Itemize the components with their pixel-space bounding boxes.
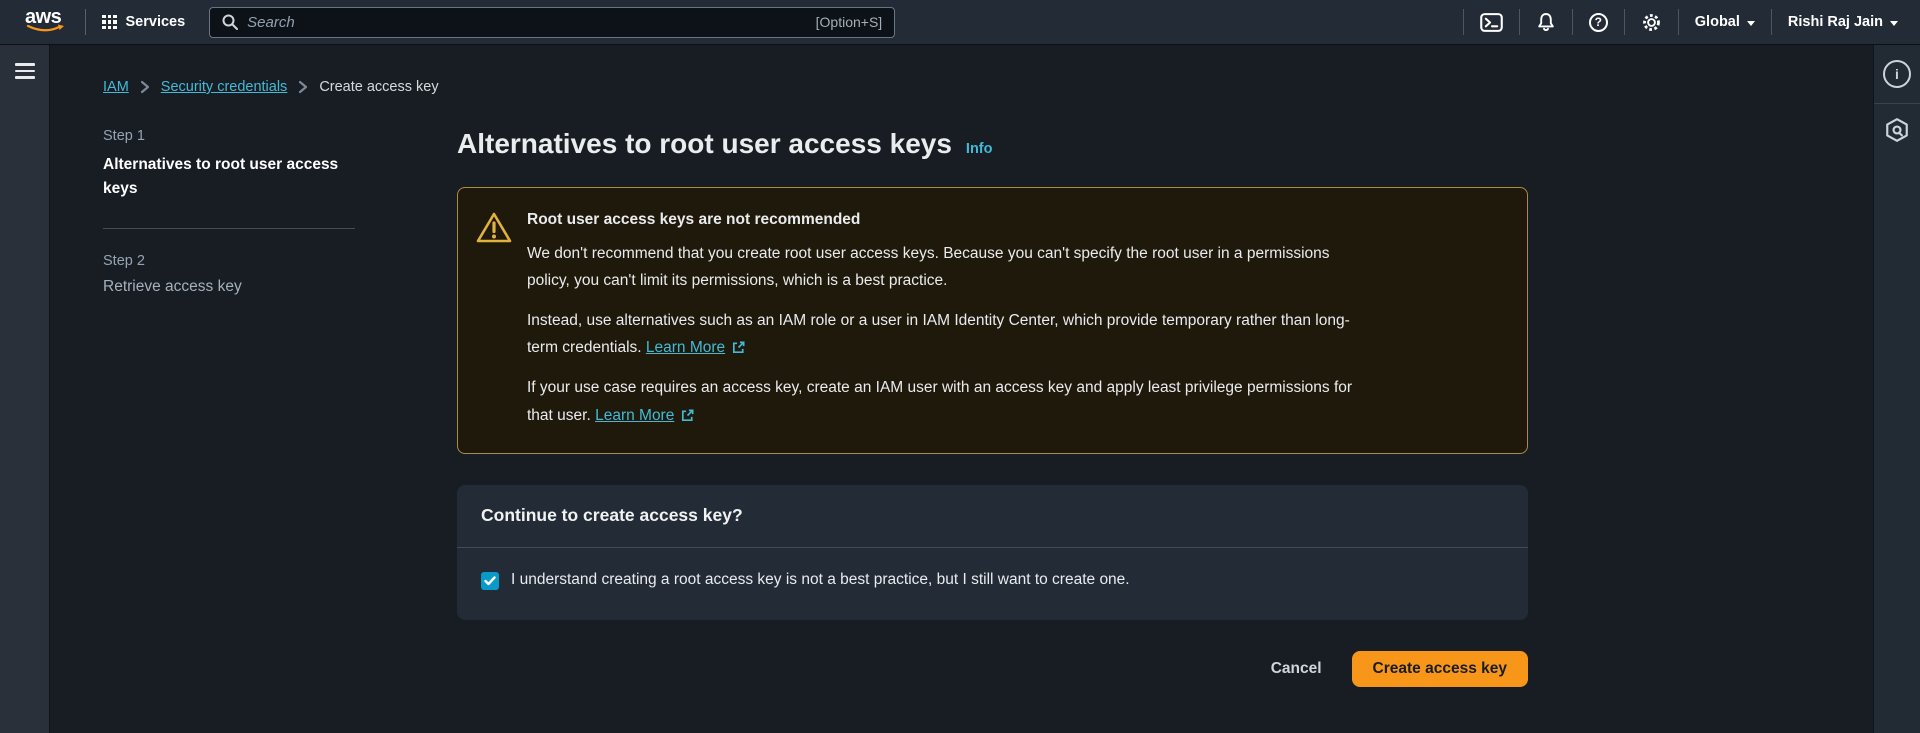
checkmark-icon	[484, 576, 496, 586]
aws-smile-icon	[26, 24, 66, 34]
wizard-main-column: Alternatives to root user access keys In…	[457, 128, 1528, 687]
step2-title: Retrieve access key	[103, 278, 355, 296]
warning-paragraph-1: We don't recommend that you create root …	[527, 240, 1352, 294]
wizard-actions: Cancel Create access key	[457, 651, 1528, 687]
settings-button[interactable]	[1625, 0, 1678, 44]
app-frame: IAM Security credentials Create access k…	[0, 45, 1920, 733]
learn-more-link-alternatives[interactable]: Learn More	[646, 334, 746, 361]
amazon-q-hexagon-icon	[1884, 117, 1910, 143]
help-button[interactable]: ?	[1573, 0, 1624, 44]
info-link[interactable]: Info	[966, 141, 993, 157]
continue-card: Continue to create access key? I underst…	[457, 485, 1528, 620]
services-label: Services	[126, 14, 186, 30]
breadcrumb-iam-link[interactable]: IAM	[103, 79, 129, 95]
external-link-icon	[731, 340, 746, 355]
bell-icon	[1536, 12, 1556, 33]
services-menu-button[interactable]: Services	[102, 14, 185, 30]
step1-label: Step 1	[103, 128, 355, 144]
topbar-divider	[85, 9, 86, 35]
warning-paragraph-3: If your use case requires an access key,…	[527, 374, 1352, 428]
cloudshell-button[interactable]	[1464, 0, 1519, 44]
global-search-box[interactable]: [Option+S]	[209, 7, 895, 38]
cloudshell-terminal-icon	[1480, 13, 1503, 32]
page-title: Alternatives to root user access keys	[457, 128, 952, 160]
step1-title: Alternatives to root user access keys	[103, 153, 355, 229]
info-panel-icon[interactable]: i	[1883, 60, 1911, 88]
search-shortcut-hint: [Option+S]	[816, 14, 883, 30]
search-input[interactable]	[247, 14, 806, 31]
breadcrumb-security-credentials-link[interactable]: Security credentials	[161, 79, 288, 95]
chevron-down-icon	[1747, 21, 1755, 26]
acknowledge-checkbox-label[interactable]: I understand creating a root access key …	[511, 571, 1130, 589]
rail-divider	[1874, 103, 1920, 104]
right-tools-rail: i	[1873, 45, 1920, 733]
warning-title: Root user access keys are not recommende…	[527, 209, 1352, 231]
acknowledge-checkbox[interactable]	[481, 572, 499, 590]
aws-logo[interactable]: aws	[25, 7, 69, 37]
topbar-right-controls: ? Global Rishi Raj Jain	[1463, 0, 1920, 44]
search-icon	[222, 14, 238, 30]
region-selector[interactable]: Global	[1679, 0, 1771, 44]
cancel-button[interactable]: Cancel	[1271, 660, 1322, 678]
breadcrumb-current-page: Create access key	[319, 79, 438, 95]
region-label: Global	[1695, 14, 1740, 30]
amazon-q-button[interactable]	[1884, 117, 1910, 143]
top-navigation-bar: aws Services [Option+S]	[0, 0, 1920, 45]
notifications-button[interactable]	[1520, 0, 1572, 44]
breadcrumb: IAM Security credentials Create access k…	[103, 79, 1873, 95]
create-access-key-button[interactable]: Create access key	[1352, 651, 1528, 687]
breadcrumb-chevron-icon	[298, 80, 308, 94]
hamburger-menu-icon[interactable]	[15, 63, 35, 79]
gear-icon	[1641, 12, 1662, 33]
account-menu[interactable]: Rishi Raj Jain	[1772, 0, 1898, 44]
breadcrumb-chevron-icon	[140, 80, 150, 94]
help-icon: ?	[1589, 13, 1608, 32]
external-link-icon	[680, 408, 695, 423]
main-content: IAM Security credentials Create access k…	[50, 45, 1873, 733]
chevron-down-icon	[1890, 21, 1898, 26]
warning-paragraph-2: Instead, use alternatives such as an IAM…	[527, 307, 1352, 361]
user-name: Rishi Raj Jain	[1788, 14, 1883, 30]
services-grid-icon	[102, 15, 117, 30]
warning-triangle-icon	[476, 211, 512, 244]
wizard-steps-panel: Step 1 Alternatives to root user access …	[103, 128, 355, 687]
learn-more-link-iam-user[interactable]: Learn More	[595, 402, 695, 429]
continue-card-title: Continue to create access key?	[457, 485, 1528, 547]
left-navigation-rail	[0, 45, 50, 733]
step2-label: Step 2	[103, 253, 355, 269]
root-key-warning-alert: Root user access keys are not recommende…	[457, 187, 1528, 453]
